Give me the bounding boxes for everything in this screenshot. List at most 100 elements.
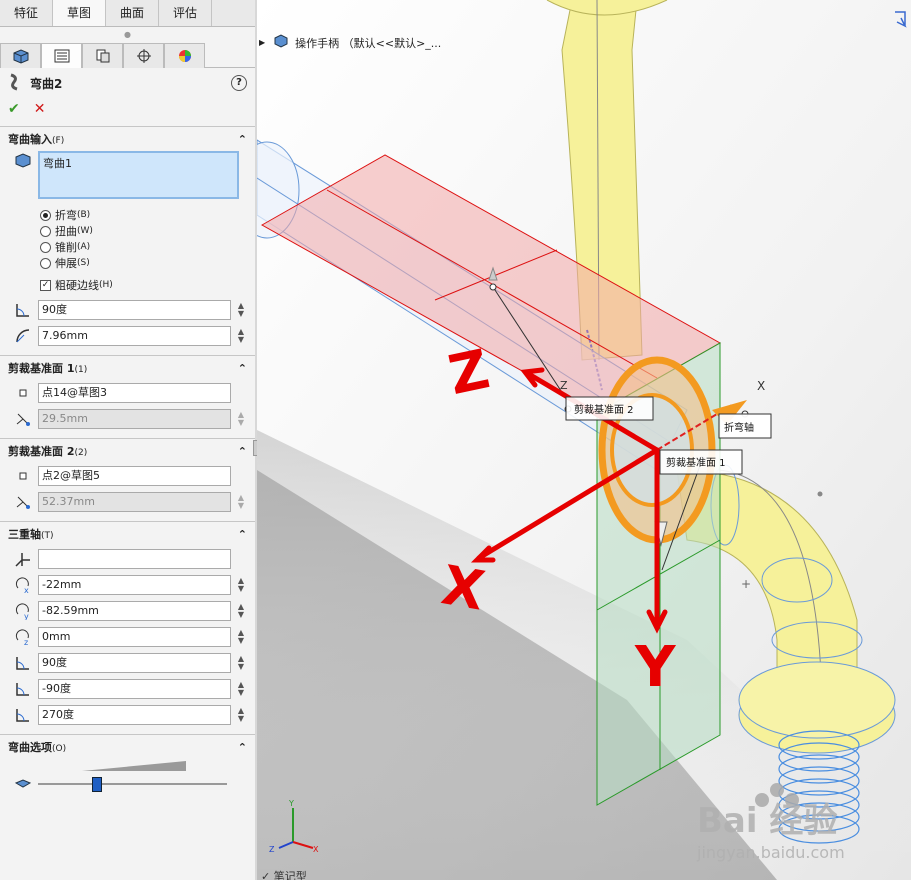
triad-x-row: x -22mm ▲ ▼ [0,572,255,598]
triad-y-label: Y [288,799,294,808]
distance-icon [8,410,38,428]
radio-dot[interactable] [40,225,51,237]
trim-plane-1-title: 剪裁基准面 1 [8,362,75,375]
rz-spinner[interactable]: ▲ ▼ [235,707,247,723]
radius-spinner[interactable]: ▲ ▼ [235,328,247,344]
x-position-icon: x [8,576,38,594]
slider-thumb[interactable] [91,777,102,792]
x-rotation-icon [8,654,38,672]
collapse-icon[interactable]: ⌃ [238,362,247,375]
radio-twist[interactable]: 扭曲 (W) [0,223,255,239]
hard-edges-label: 粗硬边线 [55,279,99,292]
accuracy-ramp [82,761,186,771]
radio-dot[interactable] [40,209,51,221]
tab-surfaces[interactable]: 曲面 [106,0,160,26]
display-manager-icon[interactable] [164,43,205,68]
radio-stretch[interactable]: 伸展 (S) [0,255,255,271]
radio-twist-key: (W) [77,226,93,236]
trim-plane-1-distance-row: 29.5mm ▲ ▼ [0,406,255,432]
callout-bend-axis-text: 折弯轴 [724,421,754,434]
feature-title-bar: 弯曲2 ? [0,68,255,98]
collapse-icon[interactable]: ⌃ [238,741,247,754]
y-position-icon: y [8,602,38,620]
triad-y-row: y -82.59mm ▲ ▼ [0,598,255,624]
radio-taper-key: (A) [77,242,91,252]
callout-trim-plane-1[interactable]: 剪裁基准面 1 [659,449,743,475]
tab-evaluate[interactable]: 评估 [159,0,213,26]
rx-spinner[interactable]: ▲ ▼ [235,655,247,671]
bend-input-section: 弯曲输入(F) ⌃ 弯曲1 折弯 (B) 扭曲 (W) 锥削 (A) 伸展 (S) ✓ 粗… [0,126,255,349]
radio-stretch-label: 伸展 [55,257,77,270]
trim-plane-1-distance-input: 29.5mm [38,409,231,429]
bend-input-header[interactable]: 弯曲输入(F) ⌃ [0,127,255,151]
z-spinner[interactable]: ▲ ▼ [235,629,247,645]
radio-bend[interactable]: 折弯 (B) [0,207,255,223]
y-spinner[interactable]: ▲ ▼ [235,603,247,619]
triad-suffix: (T) [41,531,54,541]
radio-stretch-key: (S) [77,258,90,268]
dimxpert-icon[interactable] [123,43,164,68]
flyout-tree-item[interactable]: ▶ 操作手柄 （默认<<默认>_... [259,33,441,52]
triad-section: 三重轴(T) ⌃ x -22mm ▲ ▼ y -82.59mm ▲ ▼ z 0mm … [0,521,255,728]
feature-manager-icon[interactable] [0,43,41,68]
ok-button[interactable]: ✔ [8,101,20,117]
x-spinner[interactable]: ▲ ▼ [235,577,247,593]
triad-rx-input[interactable]: 90度 [38,653,231,673]
slider-track [38,783,227,785]
collapse-icon[interactable]: ⌃ [238,133,247,146]
configuration-manager-icon[interactable] [82,43,123,68]
point-icon [8,389,38,397]
callout-trim-plane-2[interactable]: 剪裁基准面 2 [565,396,654,421]
angle-input[interactable]: 90度 [38,300,231,320]
triad-ref-input[interactable] [38,549,231,569]
radio-dot[interactable] [40,241,51,253]
trim-plane-2-ref-input[interactable]: 点2@草图5 [38,466,231,486]
accuracy-slider[interactable] [38,776,227,792]
angle-spinner[interactable]: ▲ ▼ [235,302,247,318]
z-position-icon: z [8,628,38,646]
trim-plane-1-header[interactable]: 剪裁基准面 1(1) ⌃ [0,356,255,380]
triad-ref-row [0,546,255,572]
feature-title: 弯曲2 [30,76,63,91]
command-manager-tabs: 特征 草图 曲面 评估 [0,0,255,27]
property-manager-icon[interactable] [41,43,82,68]
triad-z-label: Z [269,845,275,854]
graphics-viewport[interactable]: Z X Y 剪裁基准面 2 折弯轴 剪裁基准面 1 X Z + Y X Z Ba… [257,0,911,880]
expand-arrow-icon[interactable]: ▶ [259,38,265,47]
body-select-icon [8,151,38,199]
trim-plane-1-ref-input[interactable]: 点14@草图3 [38,383,231,403]
z-rotation-icon [8,706,38,724]
bend-options-header[interactable]: 弯曲选项(O) ⌃ [0,735,255,759]
checkbox-box[interactable]: ✓ [40,279,51,291]
help-icon[interactable]: ? [231,75,247,91]
triad-y-input[interactable]: -82.59mm [38,601,231,621]
trim-plane-2-section: 剪裁基准面 2(2) ⌃ 点2@草图5 52.37mm ▲ ▼ [0,438,255,515]
panel-grip[interactable]: ● [0,27,255,41]
tab-sketch[interactable]: 草图 [53,0,107,26]
bottom-text: ✓ 笔记型 [261,869,307,880]
trim-plane-2-header[interactable]: 剪裁基准面 2(2) ⌃ [0,439,255,463]
tab-features[interactable]: 特征 [0,0,54,26]
callout-bend-axis[interactable]: 折弯轴 [718,413,772,439]
radius-input[interactable]: 7.96mm [38,326,231,346]
triad-rz-input[interactable]: 270度 [38,705,231,725]
triad-z-row: z 0mm ▲ ▼ [0,624,255,650]
ry-spinner[interactable]: ▲ ▼ [235,681,247,697]
collapse-icon[interactable]: ⌃ [238,445,247,458]
cancel-button[interactable]: ✕ [34,101,46,117]
hard-edges-checkbox[interactable]: ✓ 粗硬边线 (H) [0,277,255,293]
triad-ry-input[interactable]: -90度 [38,679,231,699]
distance-spinner: ▲ ▼ [237,410,245,427]
radio-taper[interactable]: 锥削 (A) [0,239,255,255]
collapse-icon[interactable]: ⌃ [238,528,247,541]
svg-text:z: z [24,638,28,646]
triad-z-input[interactable]: 0mm [38,627,231,647]
triad-x-input[interactable]: -22mm [38,575,231,595]
model-canvas: Z X Y 剪裁基准面 2 折弯轴 剪裁基准面 1 X Z + Y X Z Ba… [257,0,911,880]
bodies-selection-box[interactable]: 弯曲1 [38,151,239,199]
trim-plane-2-title: 剪裁基准面 2 [8,445,75,458]
bend-input-title: 弯曲输入 [8,133,52,146]
triad-header[interactable]: 三重轴(T) ⌃ [0,522,255,546]
radio-dot[interactable] [40,257,51,269]
triad-rz-row: 270度 ▲ ▼ [0,702,255,728]
